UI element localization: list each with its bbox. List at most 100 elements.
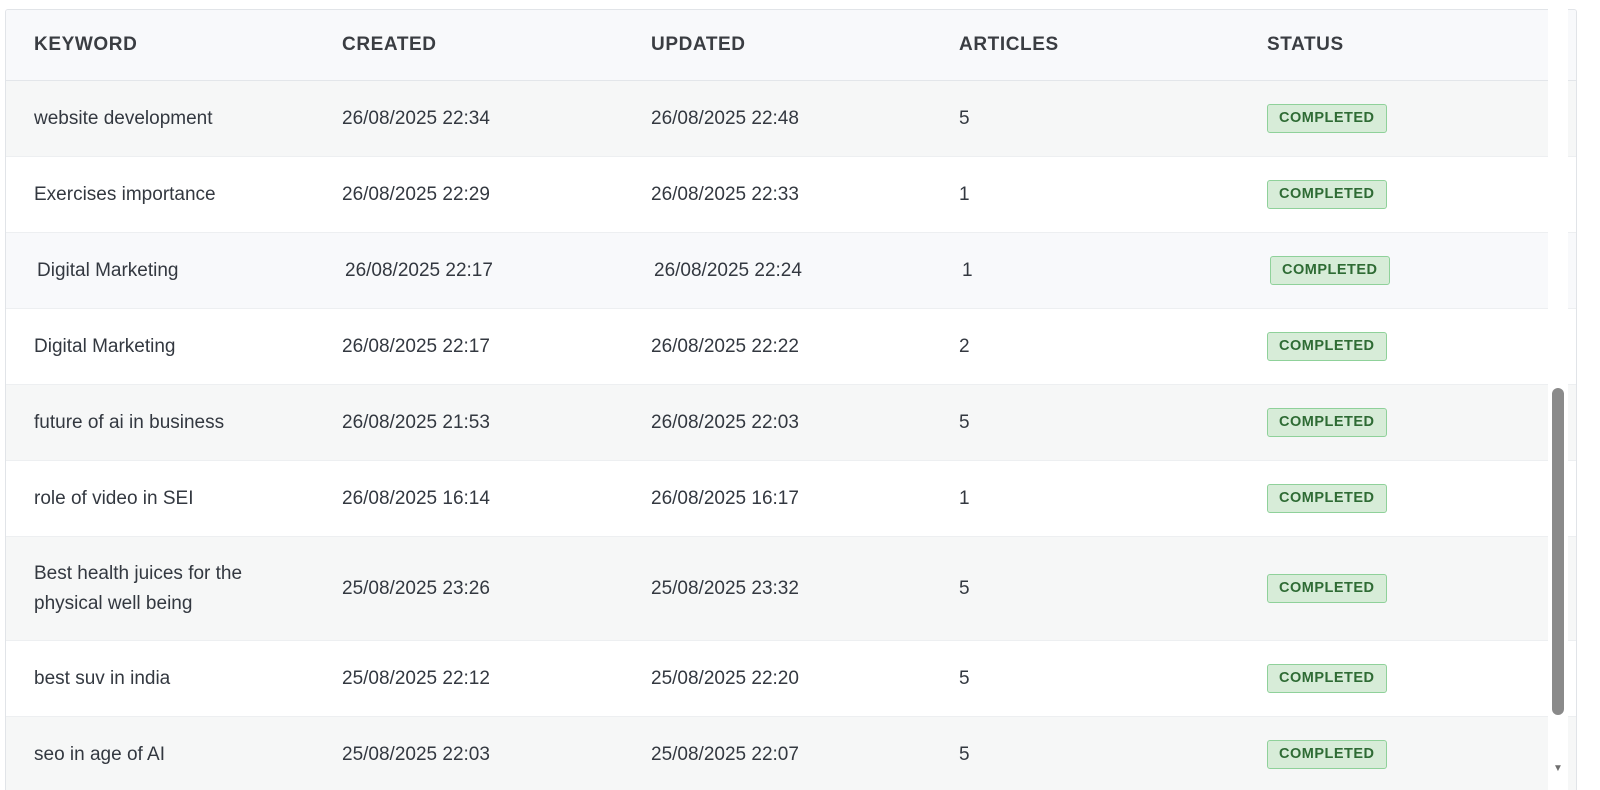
created-cell: 25/08/2025 22:03 — [342, 717, 622, 790]
articles-cell: 5 — [959, 81, 1159, 156]
keyword-cell: Best health juices for the physical well … — [34, 537, 314, 640]
column-header-label: CREATED — [342, 34, 437, 55]
created-cell: 26/08/2025 22:17 — [342, 309, 622, 384]
created-cell: 26/08/2025 22:34 — [342, 81, 622, 156]
articles-count: 1 — [959, 487, 970, 509]
status-badge: COMPLETED — [1267, 104, 1387, 133]
column-header-status[interactable]: STATUS — [1267, 10, 1517, 80]
updated-cell: 26/08/2025 22:24 — [654, 233, 934, 308]
created-text: 25/08/2025 23:26 — [342, 577, 490, 599]
status-cell: COMPLETED — [1270, 233, 1520, 308]
articles-cell: 5 — [959, 641, 1159, 716]
column-header-label: UPDATED — [651, 34, 746, 55]
keyword-cell: Exercises importance — [34, 157, 314, 232]
column-header-label: ARTICLES — [959, 34, 1059, 55]
updated-text: 25/08/2025 22:07 — [651, 743, 799, 765]
table-row[interactable]: best suv in india 25/08/2025 22:12 25/08… — [6, 641, 1576, 717]
status-cell: COMPLETED — [1267, 81, 1517, 156]
column-header-created[interactable]: CREATED — [342, 10, 622, 80]
articles-count: 1 — [962, 259, 973, 281]
articles-cell: 1 — [962, 233, 1162, 308]
created-text: 26/08/2025 21:53 — [342, 411, 490, 433]
keyword-text: seo in age of AI — [34, 743, 165, 765]
status-cell: COMPLETED — [1267, 537, 1517, 640]
status-cell: COMPLETED — [1267, 309, 1517, 384]
status-cell: COMPLETED — [1267, 641, 1517, 716]
updated-text: 26/08/2025 22:48 — [651, 107, 799, 129]
column-header-keyword[interactable]: KEYWORD — [34, 10, 314, 80]
status-badge: COMPLETED — [1267, 180, 1387, 209]
column-header-updated[interactable]: UPDATED — [651, 10, 931, 80]
table-header: KEYWORD CREATED UPDATED ARTICLES STATUS — [6, 10, 1576, 81]
created-cell: 26/08/2025 22:17 — [345, 233, 625, 308]
status-cell: COMPLETED — [1267, 157, 1517, 232]
scroll-down-arrow-icon[interactable]: ▼ — [1550, 764, 1566, 774]
keywords-table: KEYWORD CREATED UPDATED ARTICLES STATUS … — [5, 9, 1577, 790]
table-row[interactable]: Best health juices for the physical well … — [6, 537, 1576, 641]
updated-cell: 26/08/2025 22:48 — [651, 81, 931, 156]
table-row[interactable]: role of video in SEI 26/08/2025 16:14 26… — [6, 461, 1576, 537]
created-cell: 26/08/2025 21:53 — [342, 385, 622, 460]
articles-count: 5 — [959, 667, 970, 689]
articles-cell: 1 — [959, 461, 1159, 536]
created-text: 26/08/2025 22:34 — [342, 107, 490, 129]
keyword-line-2: physical well being — [34, 592, 193, 614]
articles-count: 1 — [959, 183, 970, 205]
status-badge: COMPLETED — [1267, 740, 1387, 769]
updated-cell: 25/08/2025 22:20 — [651, 641, 931, 716]
keyword-text: role of video in SEI — [34, 487, 194, 509]
updated-text: 25/08/2025 23:32 — [651, 577, 799, 599]
keywords-page: KEYWORD CREATED UPDATED ARTICLES STATUS … — [0, 0, 1600, 790]
scrollbar-thumb[interactable] — [1552, 388, 1564, 715]
created-text: 25/08/2025 22:12 — [342, 667, 490, 689]
created-cell: 25/08/2025 23:26 — [342, 537, 622, 640]
updated-cell: 26/08/2025 16:17 — [651, 461, 931, 536]
keyword-text: Digital Marketing — [34, 335, 176, 357]
articles-count: 5 — [959, 743, 970, 765]
created-text: 26/08/2025 22:17 — [345, 259, 493, 281]
keyword-text: Exercises importance — [34, 183, 216, 205]
column-header-label: KEYWORD — [34, 34, 138, 55]
articles-count: 5 — [959, 107, 970, 129]
keyword-text: Digital Marketing — [37, 259, 179, 281]
created-text: 25/08/2025 22:03 — [342, 743, 490, 765]
status-badge: COMPLETED — [1267, 574, 1387, 603]
keyword-cell: role of video in SEI — [34, 461, 314, 536]
updated-cell: 26/08/2025 22:33 — [651, 157, 931, 232]
status-badge: COMPLETED — [1267, 484, 1387, 513]
table-row[interactable]: website development 26/08/2025 22:34 26/… — [6, 81, 1576, 157]
articles-cell: 1 — [959, 157, 1159, 232]
articles-count: 5 — [959, 577, 970, 599]
updated-text: 25/08/2025 22:20 — [651, 667, 799, 689]
articles-count: 5 — [959, 411, 970, 433]
table-row[interactable]: Exercises importance 26/08/2025 22:29 26… — [6, 157, 1576, 233]
column-header-articles[interactable]: ARTICLES — [959, 10, 1159, 80]
articles-count: 2 — [959, 335, 970, 357]
column-header-label: STATUS — [1267, 34, 1344, 55]
keyword-cell: best suv in india — [34, 641, 314, 716]
keyword-line-1: Best health juices for the — [34, 562, 243, 584]
table-row[interactable]: future of ai in business 26/08/2025 21:5… — [6, 385, 1576, 461]
updated-text: 26/08/2025 22:03 — [651, 411, 799, 433]
articles-cell: 5 — [959, 717, 1159, 790]
status-cell: COMPLETED — [1267, 461, 1517, 536]
keyword-cell: future of ai in business — [34, 385, 314, 460]
updated-text: 26/08/2025 22:33 — [651, 183, 799, 205]
table-row[interactable]: seo in age of AI 25/08/2025 22:03 25/08/… — [6, 717, 1576, 790]
updated-cell: 25/08/2025 22:07 — [651, 717, 931, 790]
created-cell: 25/08/2025 22:12 — [342, 641, 622, 716]
created-text: 26/08/2025 22:29 — [342, 183, 490, 205]
table-row[interactable]: Digital Marketing 26/08/2025 22:17 26/08… — [6, 233, 1576, 309]
updated-cell: 26/08/2025 22:22 — [651, 309, 931, 384]
articles-cell: 5 — [959, 385, 1159, 460]
keyword-cell: Digital Marketing — [37, 233, 317, 308]
keyword-cell: seo in age of AI — [34, 717, 314, 790]
created-cell: 26/08/2025 16:14 — [342, 461, 622, 536]
updated-cell: 25/08/2025 23:32 — [651, 537, 931, 640]
updated-text: 26/08/2025 16:17 — [651, 487, 799, 509]
keyword-cell: website development — [34, 81, 314, 156]
status-badge: COMPLETED — [1267, 664, 1387, 693]
keyword-cell: Digital Marketing — [34, 309, 314, 384]
articles-cell: 5 — [959, 537, 1159, 640]
table-row[interactable]: Digital Marketing 26/08/2025 22:17 26/08… — [6, 309, 1576, 385]
